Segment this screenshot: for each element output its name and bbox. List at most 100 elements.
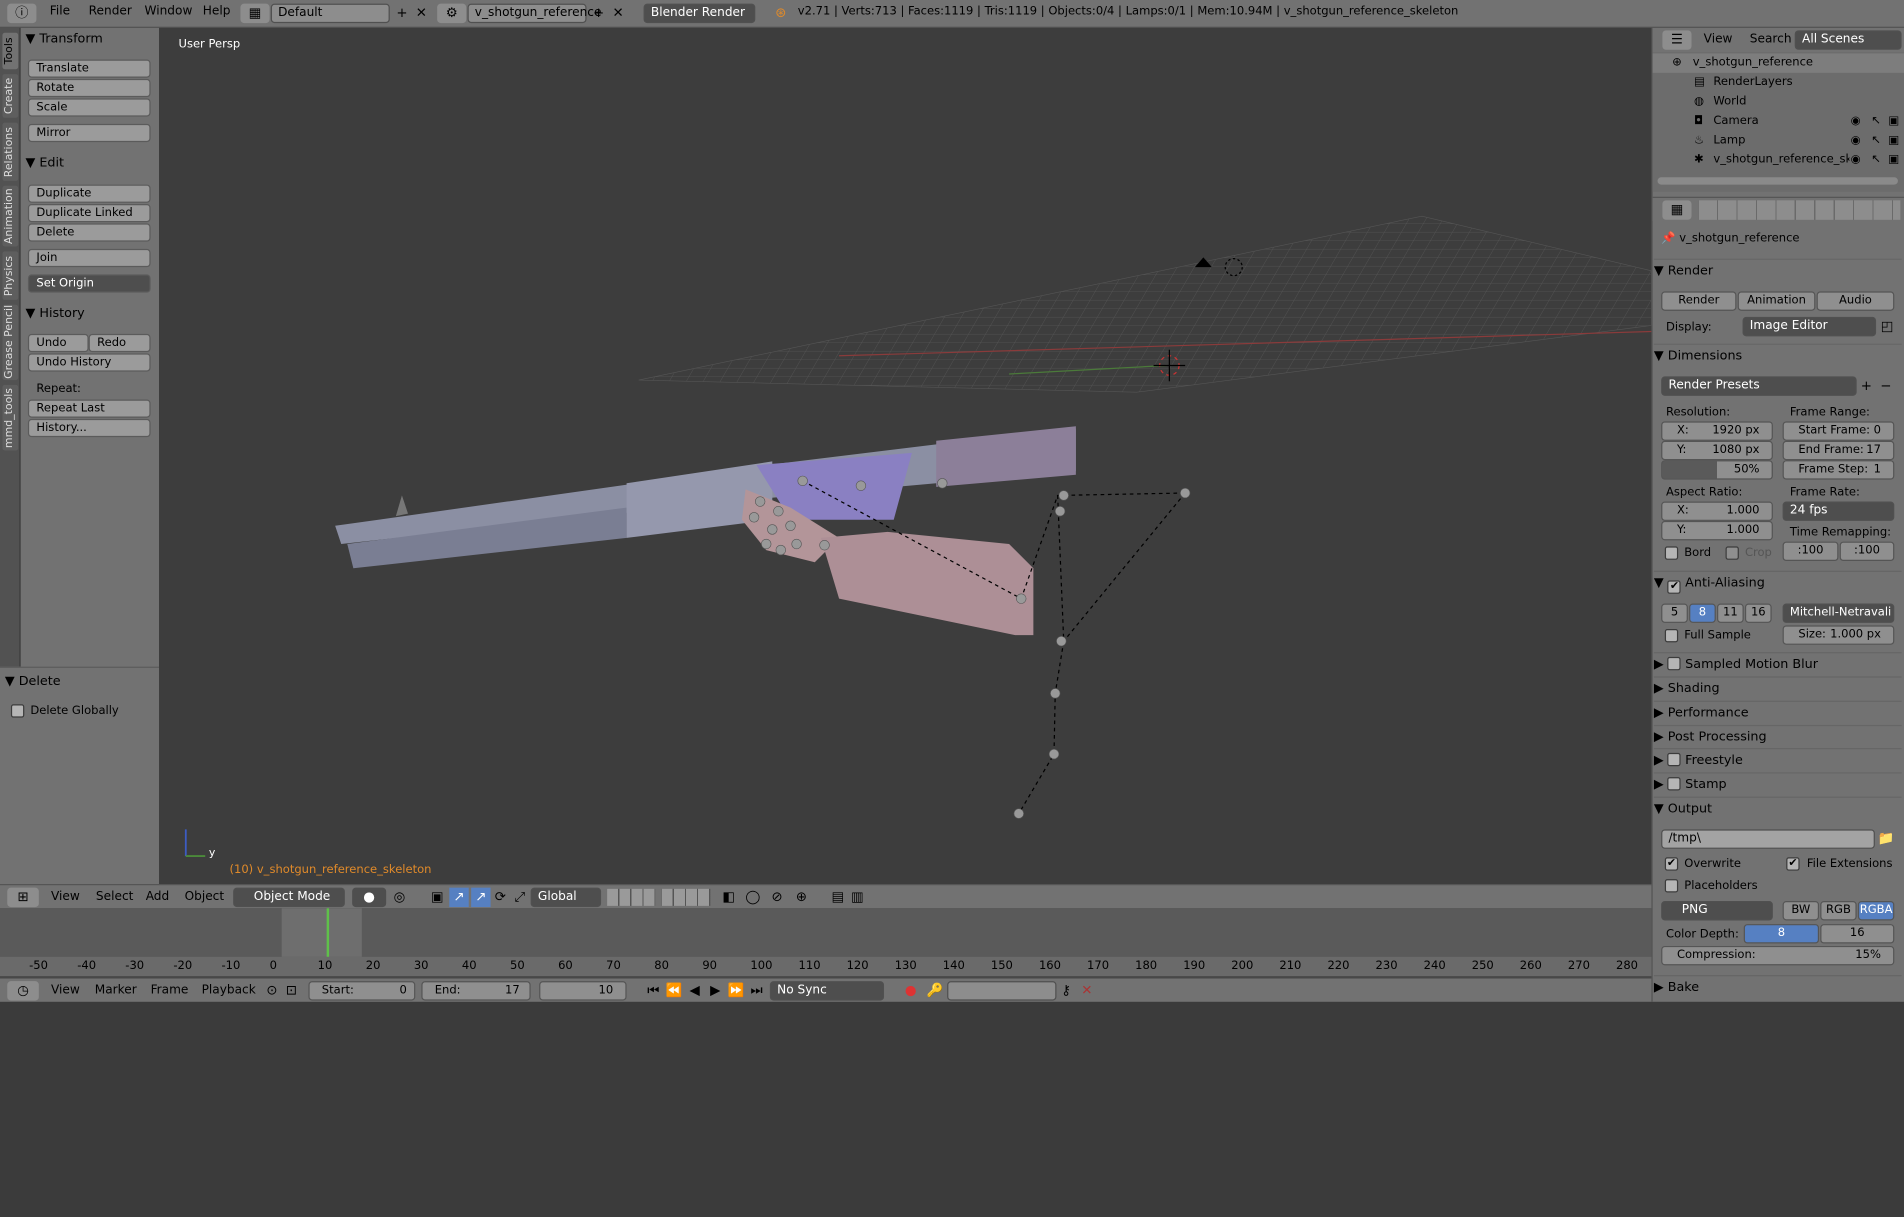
render-animation-icon[interactable]: ▥ (848, 888, 867, 907)
placeholders-checkbox[interactable] (1664, 879, 1679, 893)
dimensions-section-header[interactable]: ▼ Dimensions (1653, 343, 1902, 367)
delete-keyframe-icon[interactable]: ✕ (1077, 981, 1096, 1000)
display-lock-icon[interactable]: ◰ (1877, 317, 1896, 336)
output-path-input[interactable]: /tmp\ (1661, 829, 1875, 849)
cursor-icon[interactable]: ↖ (1871, 112, 1881, 131)
pin-icon[interactable]: 📌 (1661, 232, 1675, 245)
snap-element-icon[interactable]: ⊕ (792, 888, 811, 907)
join-button[interactable]: Join (27, 248, 151, 268)
shading-section-header[interactable]: ▶ Shading (1653, 676, 1902, 699)
animation-button[interactable]: Animation (1737, 291, 1816, 311)
keying-set-icon[interactable]: 🔑 (925, 981, 944, 1000)
outliner-scrollbar[interactable] (1657, 177, 1898, 185)
current-frame-marker[interactable] (326, 908, 330, 957)
motion-blur-checkbox[interactable] (1667, 656, 1682, 671)
menu-object[interactable]: Object (185, 889, 225, 906)
border-checkbox[interactable] (1664, 546, 1679, 560)
resolution-x-field[interactable]: X: 1920 px (1661, 421, 1773, 441)
anti-aliasing-section-header[interactable]: ▼ ✔ Anti-Aliasing (1653, 570, 1902, 594)
operator-panel-header[interactable]: ▼ Delete (5, 670, 61, 692)
tl-menu-view[interactable]: View (51, 982, 80, 999)
add-preset-icon[interactable]: + (1857, 376, 1876, 395)
tab-create[interactable]: Create (2, 74, 19, 118)
manipulator-icon[interactable]: ↗ (449, 887, 469, 908)
scale-manipulator-icon[interactable]: ⤢ (510, 888, 529, 907)
panel-edit-header[interactable]: ▼ Edit (26, 152, 65, 174)
color-bw-button[interactable]: BW (1782, 901, 1820, 921)
properties-context-tabs[interactable] (1698, 200, 1901, 220)
sync-select[interactable]: No Sync (769, 981, 885, 1001)
tab-relations[interactable]: Relations (2, 122, 19, 181)
translate-button[interactable]: Translate (27, 59, 151, 78)
tab-mmd-tools[interactable]: mmd_tools (2, 384, 19, 451)
file-format-select[interactable]: PNG (1661, 901, 1773, 921)
undo-button[interactable]: Undo (27, 333, 89, 353)
render-toggle-icon[interactable]: ▣ (1888, 112, 1899, 131)
outliner-menu-view[interactable]: View (1704, 32, 1733, 49)
scene-field[interactable]: v_shotgun_reference (467, 3, 601, 24)
color-depth-16-button[interactable]: 16 (1820, 924, 1895, 944)
3d-viewport[interactable]: User Persp y (10) v_shotgun_reference_sk… (159, 27, 1652, 885)
menu-add[interactable]: Add (146, 889, 170, 906)
motion-blur-section-header[interactable]: ▶ Sampled Motion Blur (1653, 652, 1902, 675)
rotate-button[interactable]: Rotate (27, 78, 151, 98)
cursor-icon[interactable]: ↖ (1871, 151, 1881, 170)
scene-icon[interactable]: ⚙ (437, 3, 467, 24)
tab-animation[interactable]: Animation (2, 185, 19, 247)
outliner-row-world[interactable]: ◍ World (1653, 92, 1904, 111)
resolution-percent-slider[interactable]: 50% (1661, 460, 1773, 480)
outliner-row-scene[interactable]: ⊕ v_shotgun_reference (1652, 53, 1904, 73)
outliner-menu-search[interactable]: Search (1750, 32, 1792, 49)
tab-tools[interactable]: Tools (2, 32, 19, 70)
translate-manipulator-icon[interactable]: ↗ (471, 887, 491, 908)
menu-window[interactable]: Window (145, 4, 193, 21)
render-section-header[interactable]: ▼ Render (1653, 258, 1902, 282)
freestyle-section-header[interactable]: ▶ Freestyle (1653, 748, 1902, 771)
pivot-icon[interactable]: ◎ (390, 888, 409, 907)
display-select[interactable]: Image Editor (1742, 316, 1877, 337)
output-section-header[interactable]: ▼ Output (1653, 796, 1902, 820)
folder-icon[interactable]: 📁 (1876, 829, 1895, 848)
aspect-y-field[interactable]: Y: 1.000 (1661, 520, 1773, 541)
post-processing-section-header[interactable]: ▶ Post Processing (1653, 724, 1902, 748)
eye-icon[interactable]: ◉ (1851, 131, 1861, 150)
delete-globally-checkbox[interactable] (10, 704, 25, 718)
freestyle-checkbox[interactable] (1667, 752, 1682, 767)
menu-render[interactable]: Render (89, 4, 132, 21)
panel-history-header[interactable]: ▼ History (26, 302, 85, 324)
outliner-row-lamp[interactable]: ♨ Lamp ◉ ↖ ▣ (1653, 131, 1904, 150)
timeline[interactable] (0, 908, 1652, 977)
current-frame-field[interactable]: 10 (539, 981, 627, 1001)
viewport-shading-icon[interactable]: ● (352, 887, 387, 908)
layers-grid-2[interactable] (661, 888, 711, 906)
outliner-row-camera[interactable]: ◘ Camera ◉ ↖ ▣ (1653, 112, 1904, 131)
screen-layout-field[interactable]: Default (270, 3, 390, 24)
add-screen-icon[interactable]: + (392, 4, 411, 23)
frame-rate-select[interactable]: 24 fps (1782, 501, 1895, 521)
timeline-editor-type-icon[interactable]: ◷ (7, 981, 39, 1001)
file-extensions-checkbox[interactable]: ✔ (1786, 857, 1800, 871)
bake-section-header[interactable]: ▶ Bake (1653, 975, 1902, 998)
color-rgb-button[interactable]: RGB (1820, 901, 1857, 921)
jump-end-icon[interactable]: ⏭ (747, 981, 766, 1000)
outliner-row-renderlayers[interactable]: ▤ RenderLayers (1653, 73, 1904, 92)
color-depth-8-button[interactable]: 8 (1743, 924, 1820, 944)
remove-screen-icon[interactable]: ✕ (412, 4, 431, 23)
rotate-manipulator-icon[interactable]: ⟳ (491, 888, 510, 907)
play-reverse-icon[interactable]: ◀ (685, 981, 704, 1000)
duplicate-linked-button[interactable]: Duplicate Linked (27, 204, 151, 223)
orientation-select[interactable]: Global (530, 887, 602, 908)
full-sample-checkbox[interactable] (1664, 629, 1679, 643)
mode-select[interactable]: Object Mode (233, 887, 345, 908)
outliner-editor-type-icon[interactable]: ☰ (1662, 30, 1692, 50)
tl-menu-marker[interactable]: Marker (95, 982, 137, 999)
tab-grease-pencil[interactable]: Grease Pencil (2, 304, 19, 381)
redo-button[interactable]: Redo (88, 333, 151, 353)
color-rgba-button[interactable]: RGBA (1857, 901, 1895, 921)
resolution-y-field[interactable]: Y: 1080 px (1661, 440, 1773, 461)
jump-key-forward-icon[interactable]: ⏩ (726, 981, 745, 1000)
stamp-section-header[interactable]: ▶ Stamp (1653, 772, 1902, 795)
menu-view[interactable]: View (51, 889, 80, 906)
info-editor-type-icon[interactable]: ⓘ (7, 3, 37, 24)
remove-preset-icon[interactable]: − (1876, 376, 1895, 395)
